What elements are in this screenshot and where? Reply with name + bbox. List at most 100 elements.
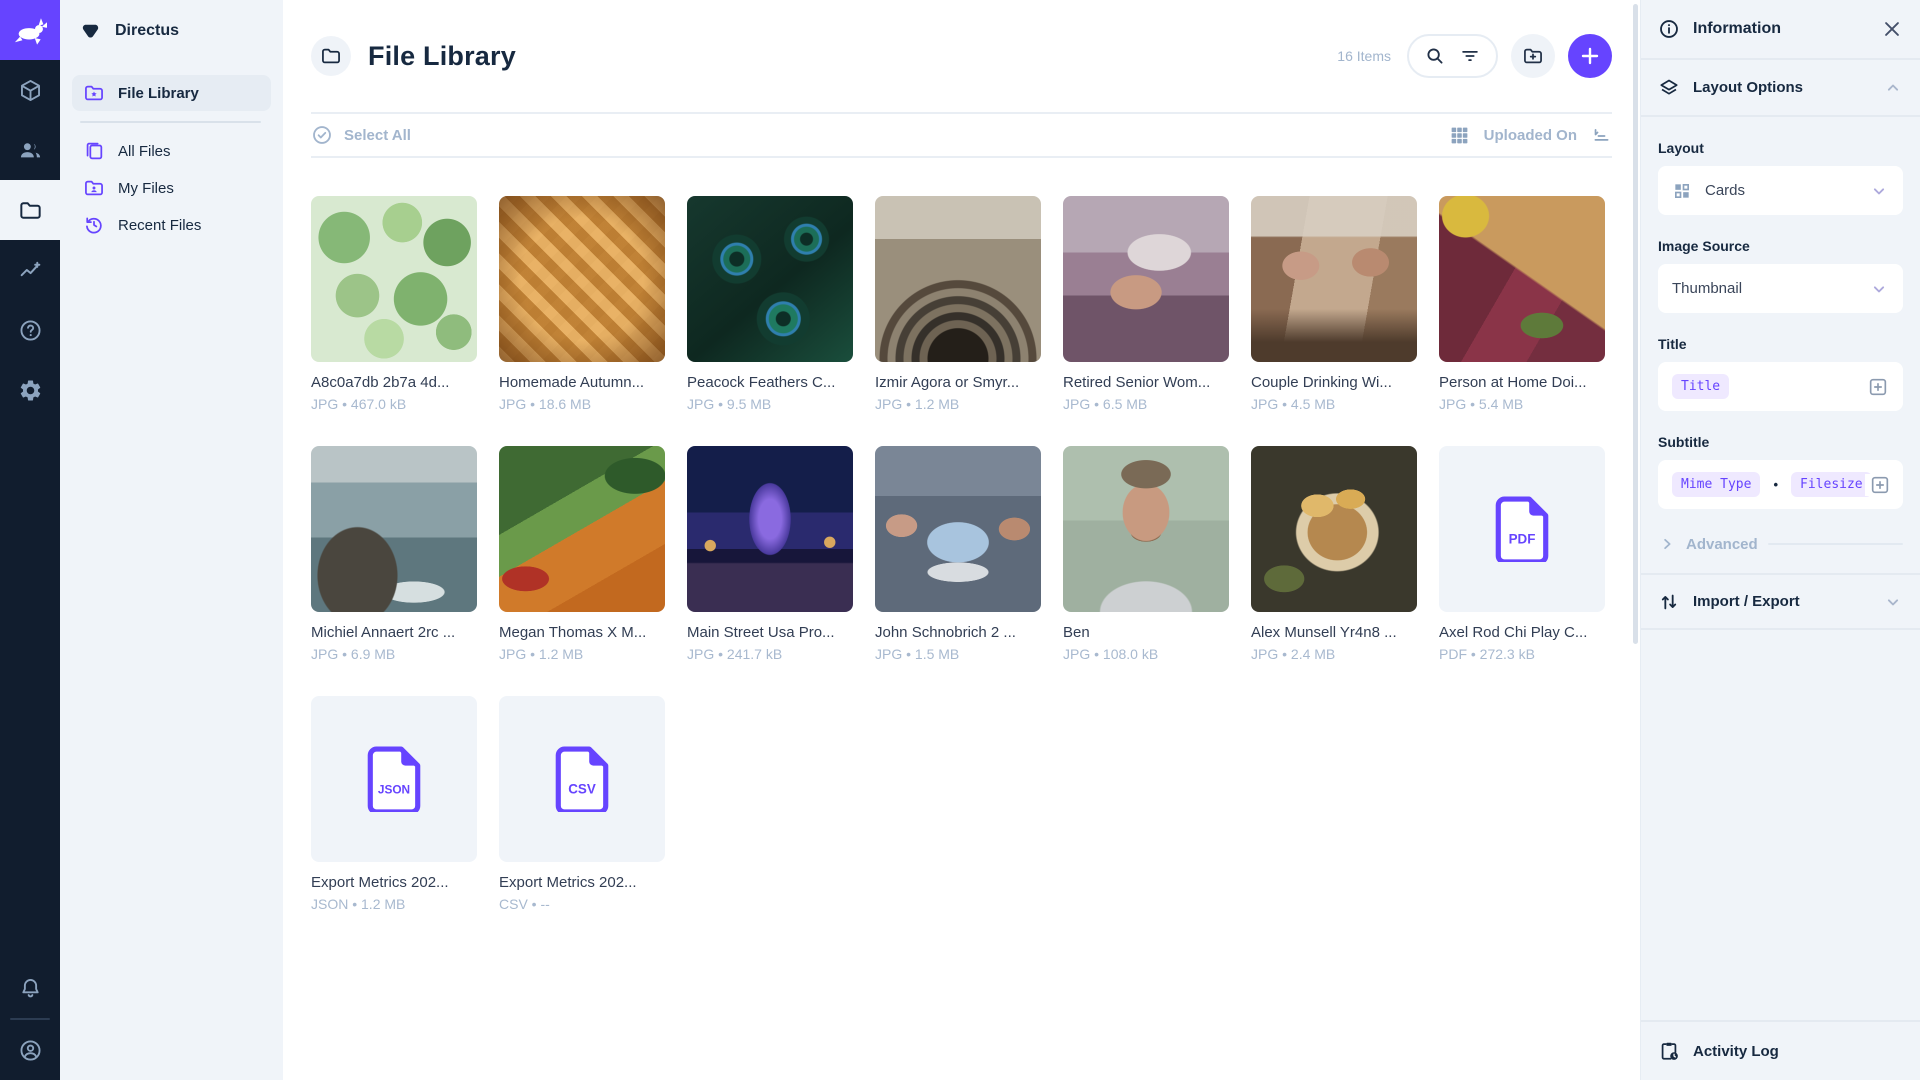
chevron-down-icon	[1869, 279, 1889, 299]
user-menu-button[interactable]	[0, 1020, 60, 1080]
file-thumbnail	[499, 446, 665, 612]
module-help[interactable]	[0, 300, 60, 360]
advanced-toggle[interactable]: Advanced	[1658, 535, 1903, 553]
sort-direction-icon[interactable]	[1591, 125, 1612, 146]
notifications-button[interactable]	[0, 958, 60, 1018]
image-source-select-value: Thumbnail	[1672, 280, 1742, 297]
document-icon: PDF	[1495, 496, 1549, 562]
file-card[interactable]: Peacock Feathers C... JPG • 9.5 MB	[687, 196, 853, 412]
activity-log-label: Activity Log	[1693, 1043, 1779, 1060]
search-icon[interactable]	[1424, 45, 1446, 67]
project-header[interactable]: Directus	[60, 0, 283, 62]
file-meta: JPG • 2.4 MB	[1251, 646, 1417, 662]
file-meta: JPG • 6.5 MB	[1063, 396, 1229, 412]
title-chip[interactable]: Title	[1672, 374, 1729, 399]
file-card[interactable]: John Schnobrich 2 ... JPG • 1.5 MB	[875, 446, 1041, 662]
file-title: John Schnobrich 2 ...	[875, 624, 1041, 641]
document-icon: CSV	[555, 746, 609, 812]
items-count: 16 Items	[1337, 48, 1391, 64]
file-card[interactable]: Izmir Agora or Smyr... JPG • 1.2 MB	[875, 196, 1041, 412]
file-thumbnail	[1251, 196, 1417, 362]
filter-icon[interactable]	[1459, 45, 1481, 67]
search-filter-pill	[1407, 34, 1498, 78]
file-card[interactable]: Homemade Autumn... JPG • 18.6 MB	[499, 196, 665, 412]
file-card[interactable]: Michiel Annaert 2rc ... JPG • 6.9 MB	[311, 446, 477, 662]
file-title: Main Street Usa Pro...	[687, 624, 853, 641]
sort-field-label[interactable]: Uploaded On	[1484, 127, 1577, 144]
folder-icon	[320, 45, 342, 67]
nav-item-recent-files[interactable]: Recent Files	[72, 207, 271, 243]
add-field-button[interactable]	[1865, 474, 1891, 496]
file-card[interactable]: Megan Thomas X M... JPG • 1.2 MB	[499, 446, 665, 662]
file-card[interactable]: JSON Export Metrics 202... JSON • 1.2 MB	[311, 696, 477, 912]
nav-sidebar: Directus File Library All Files My Files…	[60, 0, 283, 1080]
layout-select[interactable]: Cards	[1658, 166, 1903, 215]
file-card[interactable]: PDF Axel Rod Chi Play C... PDF • 272.3 k…	[1439, 446, 1605, 662]
file-card[interactable]: A8c0a7db 2b7a 4d... JPG • 467.0 kB	[311, 196, 477, 412]
drawer-spacer	[1641, 630, 1920, 1020]
file-meta: JPG • 6.9 MB	[311, 646, 477, 662]
layout-options-title: Layout Options	[1693, 79, 1803, 96]
file-card[interactable]: Alex Munsell Yr4n8 ... JPG • 2.4 MB	[1251, 446, 1417, 662]
nav-item-label: Recent Files	[118, 217, 201, 234]
layout-options-header[interactable]: Layout Options	[1641, 60, 1920, 117]
file-card[interactable]: Person at Home Doi... JPG • 5.4 MB	[1439, 196, 1605, 412]
file-thumbnail: PDF	[1439, 446, 1605, 612]
document-icon: JSON	[367, 746, 421, 812]
file-thumbnail	[1063, 196, 1229, 362]
nav-item-my-files[interactable]: My Files	[72, 170, 271, 206]
subtitle-field-label: Subtitle	[1658, 434, 1903, 450]
svg-text:JSON: JSON	[378, 782, 410, 796]
file-card[interactable]: Couple Drinking Wi... JPG • 4.5 MB	[1251, 196, 1417, 412]
nav-item-file-library[interactable]: File Library	[72, 75, 271, 111]
activity-log-button[interactable]: Activity Log	[1641, 1020, 1920, 1080]
layout-field-label: Layout	[1658, 140, 1903, 156]
module-settings[interactable]	[0, 360, 60, 420]
info-icon	[1658, 18, 1680, 40]
information-header: Information	[1641, 0, 1920, 60]
history-icon	[83, 214, 105, 236]
file-title: Axel Rod Chi Play C...	[1439, 624, 1605, 641]
file-title: Retired Senior Wom...	[1063, 374, 1229, 391]
file-card[interactable]: CSV Export Metrics 202... CSV • --	[499, 696, 665, 912]
import-export-header[interactable]: Import / Export	[1641, 573, 1920, 630]
file-thumbnail: JSON	[311, 696, 477, 862]
boxed-plus-icon	[1869, 474, 1891, 496]
add-file-button[interactable]	[1568, 34, 1612, 78]
file-title: Ben	[1063, 624, 1229, 641]
breadcrumb-folder-button[interactable]	[311, 36, 351, 76]
users-icon	[18, 138, 43, 163]
new-folder-button[interactable]	[1511, 34, 1555, 78]
module-content[interactable]	[0, 60, 60, 120]
main-header: File Library 16 Items	[311, 0, 1612, 112]
add-field-button[interactable]	[1867, 376, 1889, 398]
module-users[interactable]	[0, 120, 60, 180]
main-content: File Library 16 Items Select All Uploade…	[283, 0, 1640, 1080]
bell-icon	[18, 976, 43, 1001]
file-meta: JPG • 1.2 MB	[499, 646, 665, 662]
module-insights[interactable]	[0, 240, 60, 300]
scrollbar-thumb[interactable]	[1633, 4, 1638, 644]
mime-type-chip[interactable]: Mime Type	[1672, 472, 1760, 497]
file-card[interactable]: Retired Senior Wom... JPG • 6.5 MB	[1063, 196, 1229, 412]
file-thumbnail	[687, 196, 853, 362]
filesize-chip[interactable]: Filesize	[1791, 472, 1872, 497]
title-template-input[interactable]: Title	[1658, 362, 1903, 411]
file-card[interactable]: Ben JPG • 108.0 kB	[1063, 446, 1229, 662]
image-source-select[interactable]: Thumbnail	[1658, 264, 1903, 313]
file-card[interactable]: Main Street Usa Pro... JPG • 241.7 kB	[687, 446, 853, 662]
file-thumbnail	[1251, 446, 1417, 612]
directus-logo[interactable]	[0, 0, 60, 60]
module-files[interactable]	[0, 180, 60, 240]
grid-view-icon[interactable]	[1449, 125, 1470, 146]
chevron-down-icon	[1869, 181, 1889, 201]
file-title: Export Metrics 202...	[311, 874, 477, 891]
select-all-button[interactable]: Select All	[311, 124, 411, 146]
title-field-label: Title	[1658, 336, 1903, 352]
subtitle-template-input[interactable]: Mime Type • Filesize	[1658, 460, 1903, 509]
file-title: Export Metrics 202...	[499, 874, 665, 891]
close-drawer-button[interactable]	[1881, 18, 1903, 40]
nav-item-all-files[interactable]: All Files	[72, 133, 271, 169]
sidebar-drawer: Information Layout Options Layout Cards …	[1640, 0, 1920, 1080]
cards-grid-icon	[1672, 181, 1692, 201]
